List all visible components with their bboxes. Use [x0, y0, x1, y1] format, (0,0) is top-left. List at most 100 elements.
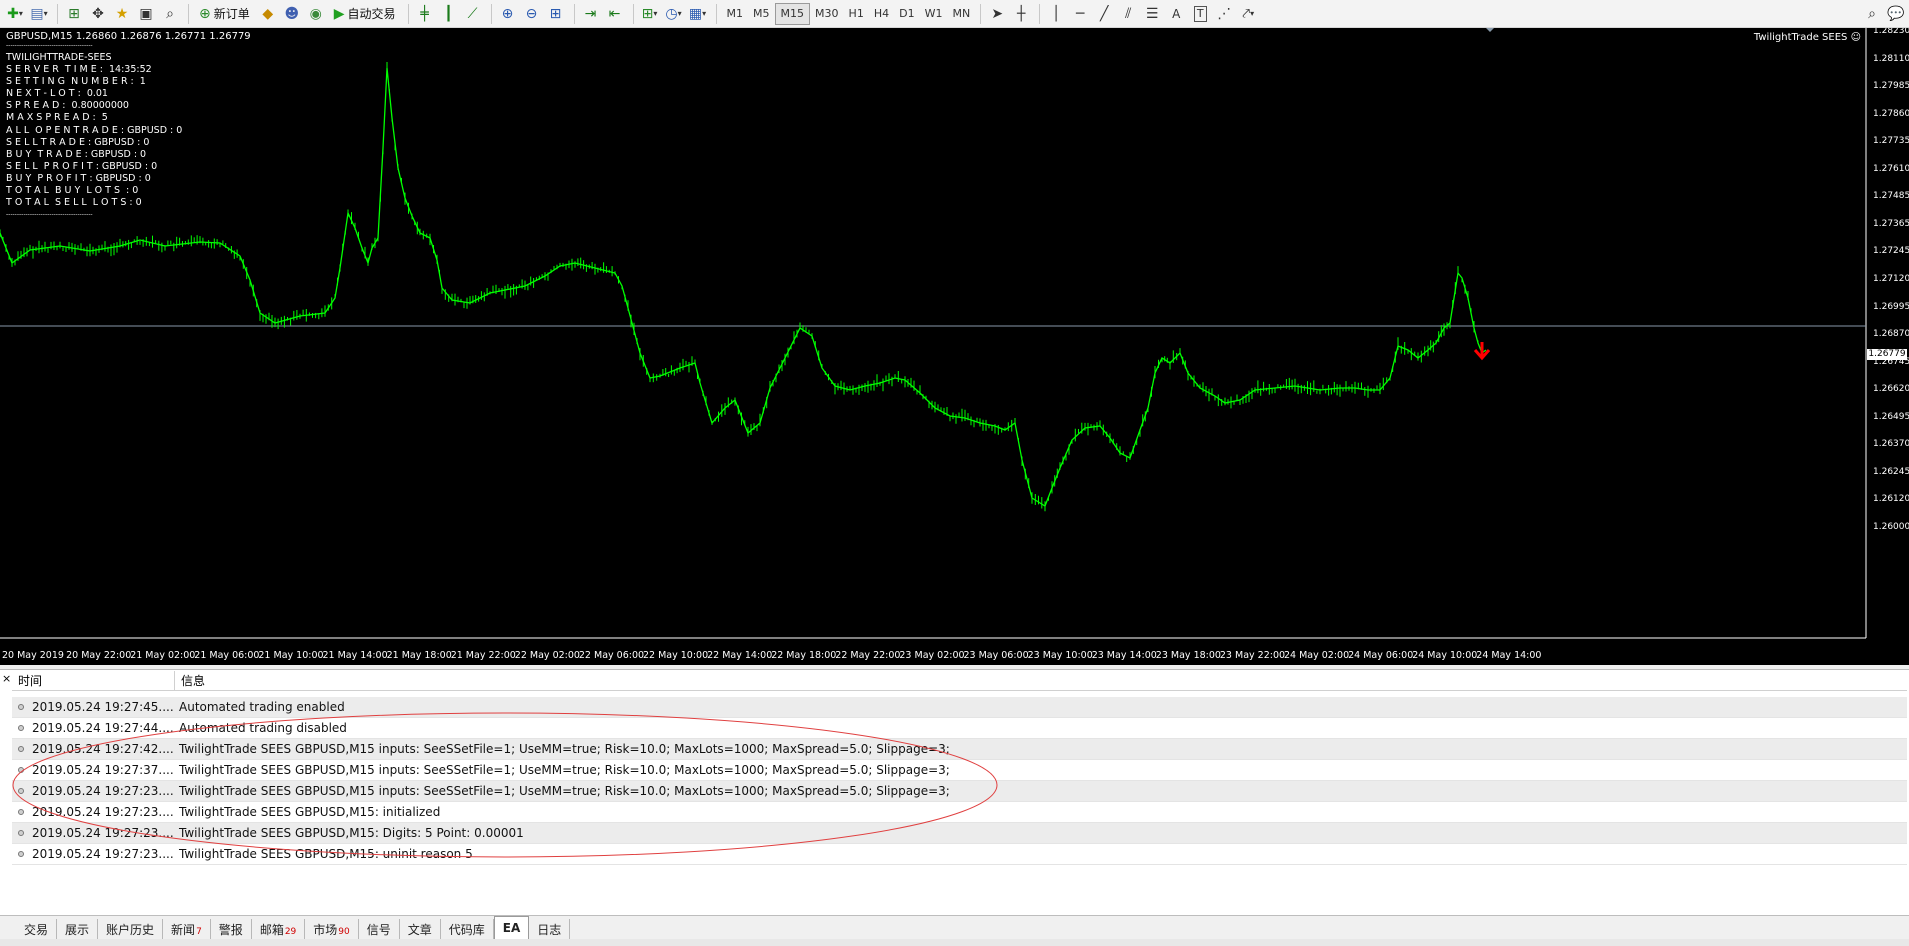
timeframe-w1[interactable]: W1: [920, 3, 948, 25]
vertical-line-button[interactable]: │: [1045, 3, 1067, 25]
close-icon[interactable]: ×: [2, 672, 11, 685]
auto-trading-button[interactable]: ▶ 自动交易: [329, 3, 401, 25]
tile-windows-button[interactable]: ⊞: [545, 3, 567, 25]
market-watch-button[interactable]: ⊞: [63, 3, 85, 25]
vertical-line-icon: │: [1051, 5, 1061, 22]
profiles-button[interactable]: ▤ ▾: [28, 3, 50, 25]
terminal-button[interactable]: ▣: [135, 3, 157, 25]
tab-label: 交易: [24, 922, 49, 937]
log-row[interactable]: 2019.05.24 19:27:45.... Automated trading…: [12, 697, 1907, 718]
crosshair-button[interactable]: ┼: [1010, 3, 1032, 25]
log-row[interactable]: 2019.05.24 19:27:23.... TwilightTrade SEE…: [12, 781, 1907, 802]
timeframe-mn[interactable]: MN: [947, 3, 975, 25]
periods-button[interactable]: ◷ ▾: [663, 3, 685, 25]
price-chart[interactable]: GBPUSD,M15 1.26860 1.26876 1.26771 1.267…: [0, 28, 1909, 665]
column-time[interactable]: 时间: [12, 671, 175, 690]
metaeditor-button[interactable]: ◆: [257, 3, 279, 25]
tab-label: 日志: [537, 922, 562, 937]
timeframe-h1[interactable]: H1: [844, 3, 869, 25]
log-row[interactable]: 2019.05.24 19:27:44.... Automated trading…: [12, 718, 1907, 739]
tab-8[interactable]: 文章: [400, 919, 441, 939]
tab-5[interactable]: 邮箱 29: [252, 919, 306, 939]
new-order-button[interactable]: ⊕ 新订单: [194, 3, 255, 25]
chat-button[interactable]: ☻: [281, 3, 303, 25]
current-price-label: 1.26779: [1867, 349, 1907, 360]
expert-advisor-name[interactable]: TwilightTrade SEES ☺: [1754, 32, 1861, 43]
tab-7[interactable]: 信号: [359, 919, 400, 939]
status-dot-icon: [18, 704, 24, 710]
fibonacci-button[interactable]: ☰: [1141, 3, 1163, 25]
log-row[interactable]: 2019.05.24 19:27:42.... TwilightTrade SEE…: [12, 739, 1907, 760]
tab-label: 信号: [366, 922, 391, 937]
strategy-tester-button[interactable]: ⌕: [159, 3, 181, 25]
tab-3[interactable]: 新闻 7: [163, 919, 211, 939]
log-row[interactable]: 2019.05.24 19:27:23.... TwilightTrade SEE…: [12, 802, 1907, 823]
new-chart-button[interactable]: ✚ ▾: [4, 3, 26, 25]
log-row[interactable]: 2019.05.24 19:27:23.... TwilightTrade SEE…: [12, 823, 1907, 844]
log-row[interactable]: 2019.05.24 19:27:37.... TwilightTrade SEE…: [12, 760, 1907, 781]
text-icon: A: [1172, 6, 1181, 21]
log-time: 2019.05.24 19:27:45....: [32, 700, 174, 714]
tab-label: 新闻: [171, 922, 196, 937]
objects-button[interactable]: ⤤ ▾: [1237, 3, 1259, 25]
line-chart-button[interactable]: ⟋: [462, 3, 484, 25]
info-line: TWILIGHTTRADE-SEES: [6, 52, 112, 63]
chat-bubble-button[interactable]: 💬: [1885, 3, 1907, 25]
tab-1[interactable]: 展示: [57, 919, 99, 939]
tab-11[interactable]: 日志: [529, 919, 571, 939]
timeframe-m15[interactable]: M15: [774, 2, 811, 25]
info-line: S E L L P R O F I T : GBPUSD : 0: [6, 160, 158, 172]
search-button[interactable]: ⌕: [1861, 3, 1883, 25]
timeframe-m5[interactable]: M5: [748, 3, 775, 25]
timeframe-group: M1 M5 M15 M30 H1 H4 D1 W1 MN: [722, 2, 976, 25]
tab-label: 市场: [313, 922, 338, 937]
column-message[interactable]: 信息: [175, 672, 205, 689]
text-label-button[interactable]: T: [1189, 3, 1211, 25]
trendline-button[interactable]: ╱: [1093, 3, 1115, 25]
text-button[interactable]: A: [1165, 3, 1187, 25]
horizontal-line-icon: ─: [1075, 5, 1085, 22]
log-message: Automated trading enabled: [179, 700, 345, 714]
indicators-button[interactable]: ⊞ ▾: [639, 3, 661, 25]
candlestick-button[interactable]: ┃: [438, 3, 460, 25]
price-tick: 1.26245: [1873, 466, 1909, 477]
signal-icon: ◉: [309, 5, 322, 22]
tab-9[interactable]: 代码库: [441, 919, 494, 939]
zoom-out-button[interactable]: ⊖: [521, 3, 543, 25]
timeframe-m30[interactable]: M30: [810, 3, 844, 25]
template-icon: ▦: [688, 5, 703, 22]
equidistant-channel-button[interactable]: ⫽: [1117, 3, 1139, 25]
tab-10[interactable]: EA: [493, 916, 530, 939]
navigator-button[interactable]: ★: [111, 3, 133, 25]
tab-0[interactable]: 交易: [16, 919, 58, 939]
data-window-button[interactable]: ✥: [87, 3, 109, 25]
timeframe-h4[interactable]: H4: [869, 3, 894, 25]
time-tick: 21 May 10:00: [258, 650, 324, 661]
chart-shift-button[interactable]: ⇥: [580, 3, 602, 25]
time-tick: 21 May 06:00: [194, 650, 260, 661]
timeframe-m1[interactable]: M1: [722, 3, 749, 25]
bar-chart-button[interactable]: ╪: [414, 3, 436, 25]
autoscroll-button[interactable]: ⇤: [604, 3, 626, 25]
terminal-icon: ▣: [139, 5, 153, 22]
toolbar-separator: [980, 3, 982, 24]
log-time: 2019.05.24 19:27:42....: [32, 742, 174, 756]
log-time: 2019.05.24 19:27:37....: [32, 763, 174, 777]
zoom-in-icon: ⊕: [501, 5, 514, 22]
zoom-in-button[interactable]: ⊕: [497, 3, 519, 25]
search-icon: ⌕: [1868, 5, 1876, 22]
horizontal-line-button[interactable]: ─: [1069, 3, 1091, 25]
fibo-fan-button[interactable]: ⋰: [1213, 3, 1235, 25]
tab-2[interactable]: 账户历史: [98, 919, 164, 939]
time-tick: 21 May 18:00: [386, 650, 452, 661]
tab-4[interactable]: 警报: [211, 919, 252, 939]
templates-button[interactable]: ▦ ▾: [687, 3, 709, 25]
time-tick: 22 May 06:00: [578, 650, 645, 661]
signals-button[interactable]: ◉: [305, 3, 327, 25]
tab-label: 文章: [407, 922, 432, 937]
cursor-button[interactable]: ➤: [986, 3, 1008, 25]
zoom-out-icon: ⊖: [525, 5, 538, 22]
timeframe-d1[interactable]: D1: [894, 3, 919, 25]
log-row[interactable]: 2019.05.24 19:27:23.... TwilightTrade SEE…: [12, 844, 1907, 865]
tab-6[interactable]: 市场 90: [305, 919, 359, 939]
